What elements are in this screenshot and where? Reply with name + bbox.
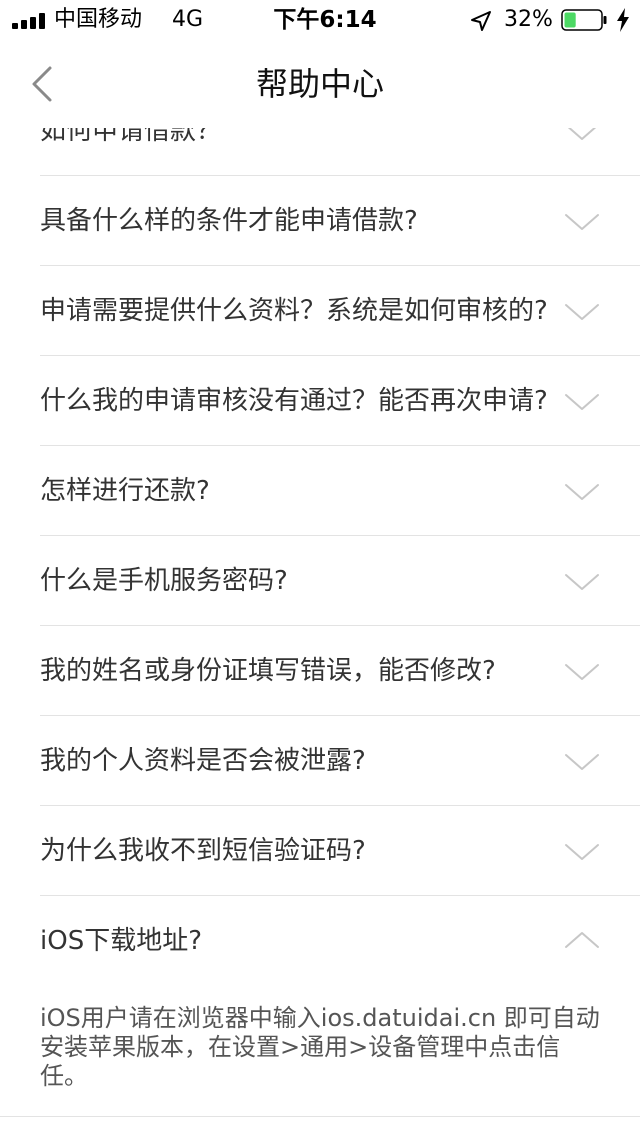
chevron-down-icon [565, 574, 599, 590]
faq-item[interactable]: 我的姓名或身份证填写错误，能否修改? [40, 626, 640, 716]
faq-answer: iOS用户请在浏览器中输入ios.datuidai.cn 即可自动安装苹果版本，… [0, 984, 640, 1117]
chevron-down-icon [565, 754, 599, 770]
chevron-down-icon [565, 304, 599, 320]
faq-question: 怎样进行还款? [40, 475, 210, 506]
chevron-down-icon [565, 214, 599, 230]
faq-question: 为什么我收不到短信验证码? [40, 835, 366, 866]
chevron-down-icon [565, 844, 599, 860]
faq-question: 我的个人资料是否会被泄露? [40, 745, 366, 776]
faq-question: 申请需要提供什么资料？系统是如何审核的? [40, 295, 548, 326]
faq-question: 具备什么样的条件才能申请借款? [40, 205, 418, 236]
status-bar: 中国移动 4G 下午6:14 32% [0, 0, 640, 40]
status-time: 下午6:14 [273, 7, 377, 33]
back-button[interactable] [20, 60, 68, 108]
faq-scroll-area[interactable]: 如何申请借款？ 具备什么样的条件才能申请借款? 申请需要提供什么资料？系统是如何审核… [0, 128, 640, 1136]
battery-percent: 32% [504, 7, 553, 32]
chevron-down-icon [567, 128, 597, 140]
chevron-down-icon [565, 664, 599, 680]
faq-question: iOS下载地址? [40, 925, 202, 956]
faq-item[interactable]: 具备什么样的条件才能申请借款? [40, 176, 640, 266]
faq-question: 如何申请借款？ [40, 128, 223, 146]
faq-question: 我的姓名或身份证填写错误，能否修改? [40, 655, 496, 686]
chevron-down-icon [565, 484, 599, 500]
chevron-left-icon [32, 66, 52, 102]
faq-item[interactable]: 如何申请借款？ [40, 128, 640, 176]
nav-bar: 帮助中心 [0, 40, 640, 128]
signal-icon [12, 13, 45, 29]
faq-question: 什么是手机服务密码? [40, 565, 288, 596]
faq-question: 什么我的申请审核没有通过？能否再次申请? [40, 385, 548, 416]
battery-icon [561, 9, 607, 31]
faq-list: 如何申请借款？ 具备什么样的条件才能申请借款? 申请需要提供什么资料？系统是如何审核… [0, 128, 640, 986]
charging-icon [617, 8, 629, 32]
faq-item[interactable]: 怎样进行还款? [40, 446, 640, 536]
chevron-up-icon [565, 932, 599, 948]
page-title: 帮助中心 [255, 65, 384, 103]
carrier-name: 中国移动 [54, 7, 143, 32]
chevron-down-icon [565, 394, 599, 410]
network-type: 4G [172, 7, 204, 32]
faq-item[interactable]: 为什么我收不到短信验证码? [40, 806, 640, 896]
faq-item[interactable]: 什么是手机服务密码? [40, 536, 640, 626]
faq-answer-text: iOS用户请在浏览器中输入ios.datuidai.cn 即可自动安装苹果版本，… [40, 1004, 600, 1090]
location-arrow-icon [471, 11, 491, 31]
faq-item[interactable]: 什么我的申请审核没有通过？能否再次申请? [40, 356, 640, 446]
faq-item[interactable]: iOS下载地址? [40, 896, 640, 986]
faq-item[interactable]: 申请需要提供什么资料？系统是如何审核的? [40, 266, 640, 356]
faq-item[interactable]: 我的个人资料是否会被泄露? [40, 716, 640, 806]
